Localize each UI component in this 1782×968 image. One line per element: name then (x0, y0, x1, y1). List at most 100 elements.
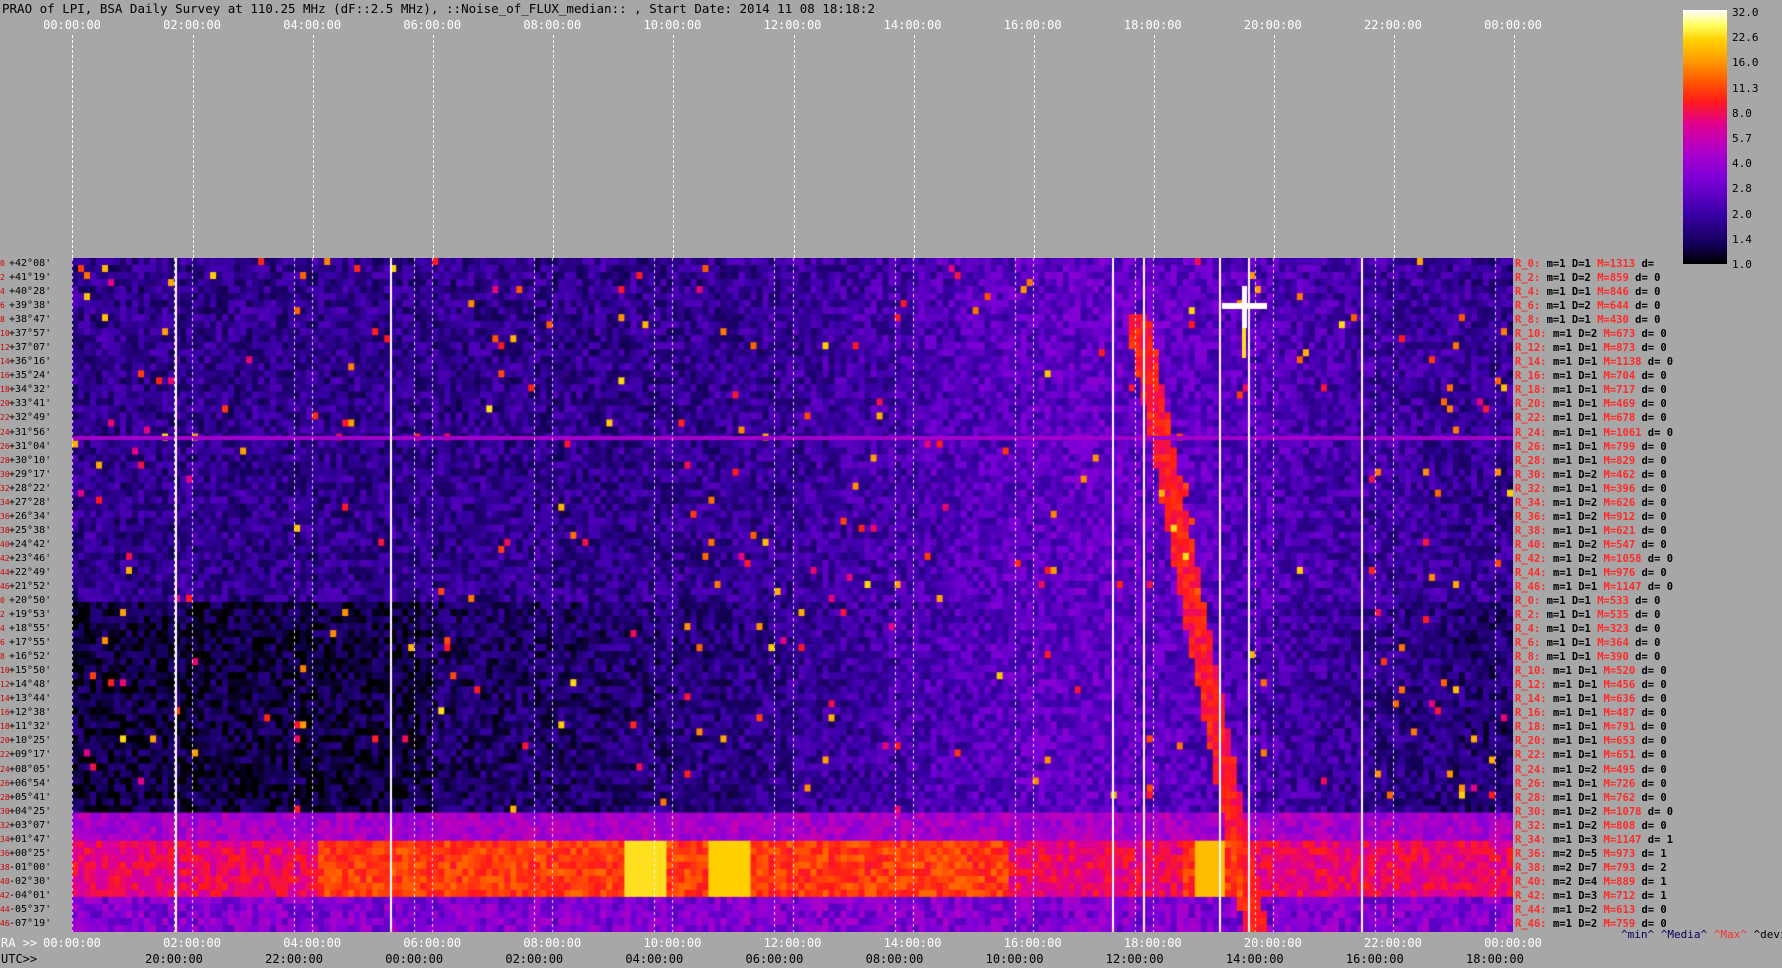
declination-label: 44+22°49' (0, 567, 51, 579)
stats-max: M=535 (1597, 609, 1636, 622)
declination-label: 40+24°42' (0, 539, 51, 551)
stats-max: M=976 (1603, 566, 1642, 579)
declination-label: 40-02°30' (0, 876, 51, 888)
stats-dev: d= 0 (1641, 370, 1667, 383)
stats-dev: d= 0 (1647, 805, 1674, 818)
ra-tick: 06:00:00 (403, 936, 462, 950)
declination-value: +19°53' (9, 609, 52, 621)
stats-dev: d= 0 (1641, 342, 1667, 355)
colorbar-tick: 16.0 (1732, 56, 1759, 70)
stats-beam: R_30: (1515, 468, 1553, 481)
beam-index: 30 (0, 469, 10, 479)
beam-index: 36 (0, 511, 10, 521)
stats-max: M=873 (1603, 342, 1642, 355)
top-time-tick: 00:00:00 (1484, 18, 1542, 32)
declination-label: 26+06°54' (0, 778, 51, 790)
stats-min: m=1 (1546, 258, 1572, 270)
stats-dev: d= 0 (1635, 637, 1661, 650)
utc-tick: 18:00:00 (1466, 952, 1524, 966)
beam-index: 2 (0, 273, 5, 283)
stats-row: R_20: m=1 D=1 M=653 d= 0 (1515, 735, 1667, 747)
declination-value: +30°10' (9, 454, 52, 466)
stats-dev: d= 0 (1641, 679, 1667, 692)
top-time-tick: 14:00:00 (883, 18, 942, 32)
declination-label: 4 +18°55' (0, 623, 51, 635)
beam-index: 38 (0, 862, 10, 872)
beam-index: 20 (0, 736, 10, 746)
stats-row: R_0: m=1 D=1 M=533 d= 0 (1515, 595, 1660, 607)
beam-index: 40 (0, 876, 10, 886)
stats-row: R_46: m=1 D=1 M=1147 d= 0 (1515, 581, 1673, 593)
stats-min: m=1 (1552, 482, 1579, 495)
stats-dev: d= 0 (1641, 524, 1667, 537)
stats-median: D=1 (1578, 791, 1604, 804)
stats-max: M=1147 (1603, 833, 1648, 846)
stats-median: D=2 (1578, 510, 1604, 523)
stats-median: D=1 (1578, 749, 1604, 762)
declination-value: +05°41' (9, 791, 52, 803)
beam-index: 22 (0, 413, 10, 423)
declination-value: +16°52' (9, 651, 52, 663)
declination-value: +36°16' (9, 356, 52, 368)
utc-tick: 00:00:00 (385, 952, 444, 966)
stats-min: m=1 (1552, 833, 1579, 846)
stats-dev: d= 0 (1635, 609, 1661, 622)
stats-beam: R_14: (1515, 356, 1553, 369)
stats-beam: R_16: (1515, 370, 1553, 383)
stats-row: R_12: m=1 D=1 M=873 d= 0 (1515, 342, 1667, 354)
stats-dev: d= 0 (1641, 538, 1667, 551)
declination-value: +06°54' (9, 777, 52, 789)
stats-min: m=1 (1552, 356, 1579, 369)
stats-max: M=1078 (1603, 805, 1648, 818)
declination-label: 2 +41°19' (0, 272, 51, 284)
ra-tick: 00:00:00 (43, 936, 101, 950)
stats-dev: d= 0 (1641, 721, 1667, 734)
declination-label: 8 +38°47' (0, 314, 51, 326)
stats-min: m=1 (1552, 468, 1579, 481)
stats-row: R_22: m=1 D=1 M=678 d= 0 (1515, 412, 1667, 424)
stats-median: D=2 (1578, 903, 1604, 916)
stats-median: D=2 (1578, 763, 1604, 776)
stats-min: m=1 (1552, 693, 1579, 706)
stats-beam: R_0: (1515, 595, 1547, 607)
declination-label: 0 +20°50' (0, 595, 51, 607)
stats-beam: R_16: (1515, 707, 1553, 720)
stats-min: m=1 (1552, 777, 1579, 790)
colorbar-tick: 11.3 (1732, 81, 1759, 95)
ra-tick: 18:00:00 (1123, 936, 1182, 950)
stats-beam: R_30: (1515, 805, 1553, 818)
declination-label: 26+31°04' (0, 441, 51, 453)
stats-beam: R_18: (1515, 721, 1553, 734)
ra-tick: 16:00:00 (1003, 936, 1062, 950)
stats-max: M=495 (1603, 763, 1642, 776)
stats-row: R_44: m=1 D=1 M=976 d= 0 (1515, 567, 1667, 579)
stats-median: D=1 (1578, 384, 1604, 397)
stats-dev: d= 0 (1641, 707, 1667, 720)
stats-max: M=793 (1603, 861, 1642, 874)
stats-beam: R_40: (1515, 875, 1553, 888)
stats-dev: d= 0 (1641, 468, 1667, 481)
stats-min: m=1 (1552, 524, 1579, 537)
declination-label: 18+34°32' (0, 384, 51, 396)
beam-index: 6 (0, 638, 5, 648)
stats-row: R_24: m=1 D=1 M=1061 d= 0 (1515, 427, 1673, 439)
top-time-tick: 08:00:00 (523, 18, 582, 32)
stats-median: D=4 (1578, 875, 1604, 888)
upper-empty-panel (72, 35, 1515, 258)
colorbar-tick: 1.0 (1732, 258, 1752, 271)
stats-beam: R_2: (1515, 272, 1547, 285)
stats-median: D=1 (1571, 286, 1598, 299)
stats-dev: d= 0 (1641, 749, 1667, 762)
stats-beam: R_4: (1515, 623, 1547, 636)
stats-row: R_28: m=1 D=1 M=829 d= 0 (1515, 455, 1667, 467)
beam-index: 46 (0, 918, 10, 928)
declination-value: +31°04' (9, 440, 52, 452)
utc-tick: 10:00:00 (985, 952, 1044, 966)
stats-beam: R_2: (1515, 609, 1547, 622)
stats-max: M=1313 (1597, 258, 1642, 270)
declination-label: 30+29°17' (0, 469, 51, 481)
utc-tick: 06:00:00 (745, 952, 804, 966)
stats-dev: d= 0 (1641, 496, 1667, 509)
declination-label: 36+26°34' (0, 511, 51, 523)
stats-median: D=1 (1571, 609, 1598, 622)
